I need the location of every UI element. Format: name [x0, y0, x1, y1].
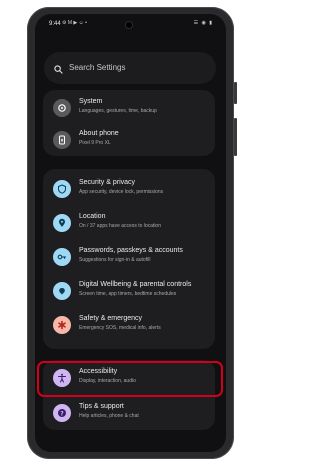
item-title: Location [79, 213, 106, 220]
emergency-asterisk-icon [53, 316, 71, 334]
settings-item-security-privacy[interactable]: Security & privacy App security, device … [43, 173, 215, 205]
key-icon [53, 248, 71, 266]
volume-button [234, 118, 237, 156]
item-title: Security & privacy [79, 179, 136, 186]
search-settings-bar[interactable]: Search Settings [44, 52, 216, 84]
item-title: About phone [79, 130, 119, 137]
item-title: Safety & emergency [79, 315, 143, 322]
item-subtitle: App security, device lock, permissions [79, 189, 164, 195]
settings-item-passwords[interactable]: Passwords, passkeys & accounts Suggestio… [43, 241, 215, 273]
svg-text:?: ? [60, 410, 64, 417]
item-title: Digital Wellbeing & parental controls [79, 281, 192, 288]
settings-item-safety-emergency[interactable]: Safety & emergency Emergency SOS, medica… [43, 309, 215, 341]
item-subtitle: Help articles, phone & chat [79, 413, 139, 419]
phone-screen: 9:44 ⚙ M ▶ ☺ • ☰ ◉ ▮ Search Settings Sys… [35, 14, 226, 452]
item-subtitle: Pixel 9 Pro XL [79, 140, 111, 146]
item-subtitle: Screen time, app timers, bedtime schedul… [79, 291, 177, 297]
settings-item-tips-support[interactable]: ? Tips & support Help articles, phone & … [43, 397, 215, 429]
item-title: Tips & support [79, 403, 124, 410]
power-button [234, 82, 237, 104]
status-bar: 9:44 ⚙ M ▶ ☺ • ☰ ◉ ▮ [35, 14, 226, 36]
search-icon [54, 61, 63, 79]
settings-item-system[interactable]: System Languages, gestures, time, backup [43, 92, 215, 124]
status-right-icons: ☰ ◉ ▮ [193, 20, 213, 26]
settings-group-system: System Languages, gestures, time, backup… [43, 90, 215, 156]
item-subtitle: Emergency SOS, medical info, alerts [79, 325, 161, 331]
status-time: 9:44 [49, 21, 61, 27]
search-placeholder: Search Settings [69, 63, 126, 72]
item-title: Passwords, passkeys & accounts [79, 247, 183, 254]
help-question-icon: ? [53, 404, 71, 422]
front-camera [126, 22, 132, 28]
settings-item-about-phone[interactable]: About phone Pixel 9 Pro XL [43, 124, 215, 156]
wellbeing-icon [53, 282, 71, 300]
phone-icon [53, 131, 71, 149]
item-title: System [79, 98, 103, 105]
location-pin-icon [53, 214, 71, 232]
settings-group-security: Security & privacy App security, device … [43, 169, 215, 349]
settings-item-digital-wellbeing[interactable]: Digital Wellbeing & parental controls Sc… [43, 275, 215, 307]
item-subtitle: Suggestions for sign-in & autofill [79, 257, 151, 263]
settings-item-location[interactable]: Location On / 37 apps have access to loc… [43, 207, 215, 239]
item-subtitle: On / 37 apps have access to location [79, 223, 161, 229]
info-icon [53, 99, 71, 117]
shield-icon [53, 180, 71, 198]
notification-icons: ⚙ M ▶ ☺ • [62, 20, 87, 26]
item-subtitle: Languages, gestures, time, backup [79, 108, 157, 114]
accessibility-highlight-box [37, 361, 223, 397]
